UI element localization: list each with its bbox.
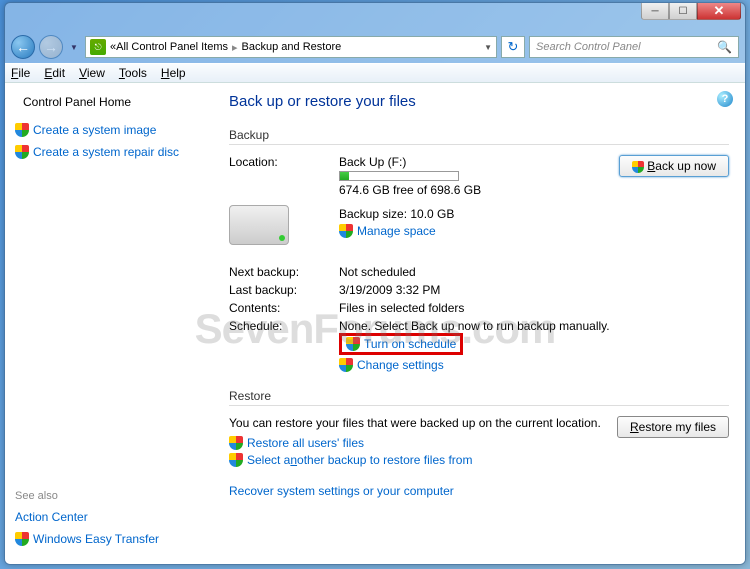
free-space-text: 674.6 GB free of 698.6 GB [339,183,619,197]
menu-file[interactable]: File [11,66,30,80]
action-center-link[interactable]: Action Center [15,510,195,524]
breadcrumb-parent[interactable]: All Control Panel Items [116,41,228,53]
shield-icon [339,224,353,238]
hard-drive-icon [229,205,289,245]
contents-label: Contents: [229,301,339,315]
search-icon: 🔍 [717,40,732,54]
address-dropdown-icon[interactable]: ▼ [484,43,492,52]
sidebar: Control Panel Home Create a system image… [5,83,205,564]
highlighted-turn-on-schedule: Turn on schedule [339,333,463,355]
shield-icon [339,358,353,372]
menu-view[interactable]: View [79,66,105,80]
shield-icon [15,145,29,159]
breadcrumb-current[interactable]: Backup and Restore [242,41,342,53]
chevron-right-icon: ▸ [232,41,238,54]
search-placeholder: Search Control Panel [536,41,641,53]
menu-edit[interactable]: Edit [44,66,65,80]
forward-button[interactable]: → [39,35,63,59]
maximize-button[interactable]: ☐ [669,2,697,20]
titlebar: ─ ☐ ✕ [5,3,745,31]
back-button[interactable]: ← [11,35,35,59]
manage-space-link[interactable]: Manage space [357,224,436,238]
menubar: File Edit View Tools Help [5,63,745,83]
see-also-section: See also Action Center Windows Easy Tran… [15,490,195,554]
control-panel-icon: ⎋ [90,39,106,55]
menu-tools[interactable]: Tools [119,66,147,80]
see-also-header: See also [15,490,195,502]
create-system-image-link[interactable]: Create a system image [15,123,195,137]
search-input[interactable]: Search Control Panel 🔍 [529,36,739,58]
minimize-button[interactable]: ─ [641,2,669,20]
restore-my-files-button[interactable]: Restore my files [617,416,729,438]
menu-help[interactable]: Help [161,66,186,80]
windows-easy-transfer-link[interactable]: Windows Easy Transfer [15,532,195,546]
turn-on-schedule-link[interactable]: Turn on schedule [364,337,456,351]
recover-system-link[interactable]: Recover system settings or your computer [229,484,729,498]
disk-usage-bar [339,171,459,181]
close-button[interactable]: ✕ [697,2,741,20]
page-title: Back up or restore your files [229,93,729,110]
select-another-backup-link[interactable]: Select another backup to restore files f… [247,453,472,467]
shield-icon [346,337,360,351]
next-backup-value: Not scheduled [339,265,729,279]
shield-icon [15,532,29,546]
last-backup-value: 3/19/2009 3:32 PM [339,283,729,297]
refresh-button[interactable]: ↻ [501,36,525,58]
breadcrumb-bar[interactable]: ⎋ « All Control Panel Items ▸ Backup and… [85,36,497,58]
shield-icon [229,436,243,450]
restore-header: Restore [229,389,729,406]
backup-header: Backup [229,128,729,145]
backup-size-text: Backup size: 10.0 GB [339,207,729,221]
shield-icon [632,161,644,173]
window: ─ ☐ ✕ ← → ▼ ⎋ « All Control Panel Items … [4,2,746,565]
next-backup-label: Next backup: [229,265,339,279]
location-label: Location: [229,155,339,197]
contents-value: Files in selected folders [339,301,729,315]
backup-section: Backup Back up now Location: Back Up (F:… [229,128,729,375]
restore-section: Restore Restore my files You can restore… [229,389,729,498]
control-panel-home-link[interactable]: Control Panel Home [15,95,195,109]
restore-all-users-link[interactable]: Restore all users' files [247,436,364,450]
shield-icon [229,453,243,467]
address-bar: ← → ▼ ⎋ « All Control Panel Items ▸ Back… [5,31,745,63]
change-settings-link[interactable]: Change settings [357,358,444,372]
shield-icon [15,123,29,137]
content-area: Control Panel Home Create a system image… [5,83,745,564]
help-icon[interactable]: ? [717,91,733,107]
schedule-value: None. Select Back up now to run backup m… [339,319,729,333]
backup-now-button[interactable]: Back up now [619,155,729,177]
nav-history-dropdown[interactable]: ▼ [67,37,81,57]
main-panel: ? Back up or restore your files Backup B… [205,83,745,564]
create-repair-disc-link[interactable]: Create a system repair disc [15,145,195,159]
location-value: Back Up (F:) [339,155,619,169]
last-backup-label: Last backup: [229,283,339,297]
schedule-label: Schedule: [229,319,339,375]
